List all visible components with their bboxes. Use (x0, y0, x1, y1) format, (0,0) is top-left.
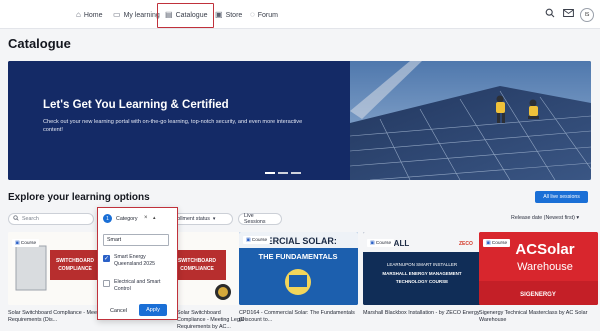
nav-store[interactable]: ▣ Store (215, 9, 242, 21)
carousel-indicator[interactable] (265, 172, 301, 174)
course-badge: ▣Course (367, 239, 395, 247)
cancel-button[interactable]: Cancel (105, 305, 132, 316)
banner-description: Check out your new learning portal with … (43, 119, 303, 133)
sort-select[interactable]: Release date (Newest first) ▾ (511, 215, 579, 221)
page-title: Catalogue (8, 36, 71, 51)
course-icon: ▣ (15, 240, 20, 246)
chevron-up-icon[interactable]: ▴ (153, 215, 156, 221)
svg-text:SWITCHBOARD: SWITCHBOARD (178, 258, 216, 264)
search-input[interactable]: Search (8, 213, 94, 225)
search-icon (13, 215, 19, 223)
svg-text:ZECO: ZECO (459, 241, 473, 247)
forum-icon: ◌ (250, 10, 255, 19)
svg-text:LEARNUPON SMART INSTALLER: LEARNUPON SMART INSTALLER (387, 262, 458, 267)
category-filter-label[interactable]: Category (116, 216, 138, 222)
course-card[interactable]: ARSHALL ZECO LEARNUPON SMART INSTALLER M… (363, 232, 482, 325)
checkbox-icon[interactable] (103, 280, 110, 287)
course-card[interactable]: MERCIAL SOLAR: THE FUNDAMENTALS ▣ Course … (239, 232, 358, 325)
svg-text:MARSHALL ENERGY MANAGEMENT: MARSHALL ENERGY MANAGEMENT (382, 271, 462, 276)
banner-text-panel: Let's Get You Learning & Certified Check… (8, 61, 350, 180)
search-icon[interactable] (545, 8, 555, 20)
top-navigation: ⌂ Home ▭ My learning ▤ Catalogue ▣ Store… (0, 0, 600, 29)
svg-text:SIGENERGY: SIGENERGY (520, 292, 556, 298)
nav-forum[interactable]: ◌ Forum (250, 9, 278, 21)
chevron-down-icon: ▾ (212, 216, 216, 222)
course-card[interactable]: ACSolar Warehouse SIGENERGY ▣ Course Sige… (479, 232, 598, 325)
svg-text:ACSolar: ACSolar (515, 241, 574, 258)
course-icon: ▣ (370, 240, 375, 246)
course-badge: ▣Course (243, 236, 271, 244)
svg-text:SWITCHBOARD: SWITCHBOARD (56, 258, 94, 264)
clear-filter-icon[interactable]: × (144, 215, 148, 221)
store-icon: ▣ (215, 10, 223, 19)
svg-text:COMPLIANCE: COMPLIANCE (180, 266, 214, 272)
chevron-down-icon: ▾ (576, 215, 580, 221)
hero-banner[interactable]: Let's Get You Learning & Certified Check… (8, 61, 591, 180)
category-count-badge: 1 (103, 214, 112, 223)
course-title[interactable]: Solar Switchboard Compliance - Meeting L… (177, 310, 247, 331)
svg-text:Warehouse: Warehouse (517, 261, 573, 273)
all-live-sessions-button[interactable]: All live sessions (535, 191, 588, 203)
svg-text:COMPLIANCE: COMPLIANCE (58, 266, 92, 272)
course-title[interactable]: CPD164 - Commercial Solar: The Fundament… (239, 310, 361, 324)
explore-heading: Explore your learning options (8, 192, 150, 203)
course-title[interactable]: Marshall Blackbox Installation - by ZECO… (363, 310, 485, 317)
course-badge: ▣Course (483, 239, 511, 247)
category-filter-popup: 1 Category × ▴ Smart ✓ Smart Energy Quee… (97, 207, 178, 320)
carousel-dot[interactable] (278, 172, 288, 174)
apply-button[interactable]: Apply (139, 304, 167, 316)
banner-title: Let's Get You Learning & Certified (43, 99, 229, 111)
category-option[interactable]: ✓ Smart Energy Queensland 2025 (103, 254, 171, 267)
home-icon: ⌂ (76, 10, 81, 19)
course-badge: ▣Course (12, 239, 40, 247)
solar-installer-photo (350, 61, 591, 180)
svg-text:MERCIAL SOLAR:: MERCIAL SOLAR: (259, 236, 337, 246)
svg-text:TECHNOLOGY COURSE: TECHNOLOGY COURSE (396, 279, 448, 284)
carousel-dot[interactable] (265, 172, 275, 174)
svg-text:THE FUNDAMENTALS: THE FUNDAMENTALS (258, 252, 337, 261)
avatar[interactable]: IS (580, 8, 594, 22)
mail-icon[interactable] (563, 8, 574, 20)
course-icon: ▣ (246, 237, 251, 243)
nav-my-learning[interactable]: ▭ My learning (113, 9, 160, 21)
nav-active-highlight (157, 3, 214, 28)
live-sessions-filter[interactable]: Live Sessions (238, 213, 282, 225)
category-option[interactable]: Electrical and Smart Control (103, 279, 171, 292)
nav-home[interactable]: ⌂ Home (76, 9, 103, 21)
checkbox-checked-icon[interactable]: ✓ (103, 255, 110, 262)
category-search-input[interactable]: Smart (103, 234, 169, 246)
carousel-dot[interactable] (291, 172, 301, 174)
course-icon: ▣ (486, 240, 491, 246)
book-icon: ▭ (113, 10, 121, 19)
course-title[interactable]: Sigenergy Technical Masterclass by AC So… (479, 310, 600, 324)
